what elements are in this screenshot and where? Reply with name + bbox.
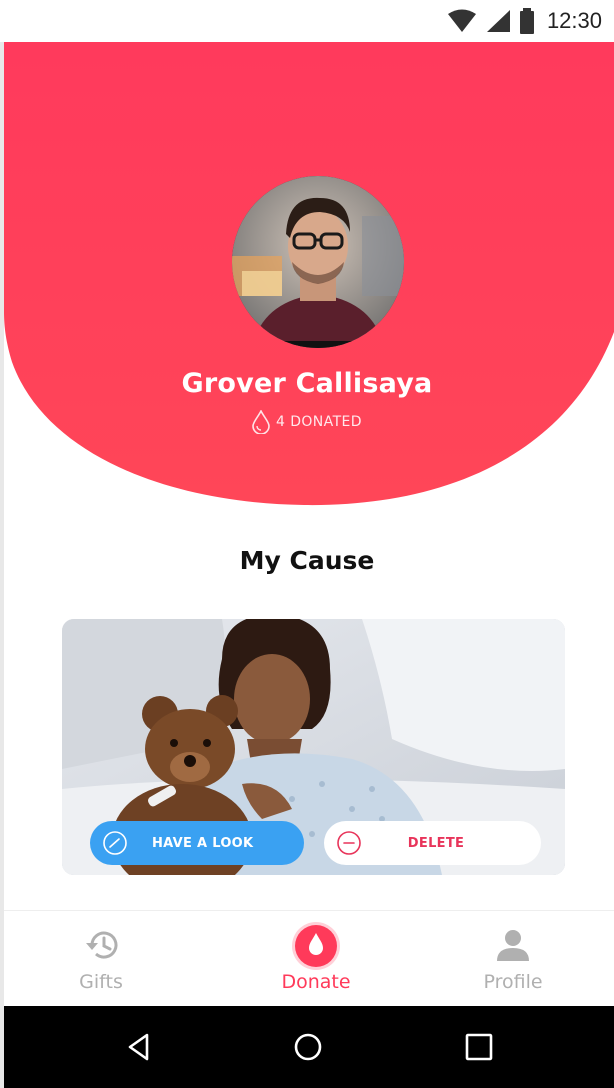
person-icon xyxy=(497,930,529,961)
avatar[interactable] xyxy=(232,176,404,348)
wifi-icon xyxy=(447,9,476,32)
home-icon[interactable] xyxy=(293,1032,323,1062)
tab-gifts[interactable]: Gifts xyxy=(16,911,186,1007)
have-a-look-label: HAVE A LOOK xyxy=(152,835,254,851)
history-icon xyxy=(86,931,118,959)
status-time: 12:30 xyxy=(546,8,602,33)
system-nav-bar xyxy=(4,1006,614,1088)
status-bar: 12:30 xyxy=(0,0,614,42)
blood-drop-icon xyxy=(292,922,340,970)
delete-button[interactable]: DELETE xyxy=(324,821,541,865)
bottom-tab-bar: Gifts Donate Profile xyxy=(4,910,614,1006)
battery-icon xyxy=(519,8,534,34)
signal-icon xyxy=(486,10,510,32)
tab-donate-label: Donate xyxy=(281,971,351,993)
donated-count: 4 DONATED xyxy=(276,414,362,430)
have-a-look-button[interactable]: HAVE A LOOK xyxy=(90,821,304,865)
status-icons: 12:30 xyxy=(447,7,602,35)
tab-profile-label: Profile xyxy=(483,971,543,993)
gauge-icon xyxy=(103,831,127,855)
section-title: My Cause xyxy=(239,546,375,575)
tab-donate[interactable]: Donate xyxy=(231,911,401,1007)
recents-icon[interactable] xyxy=(464,1032,494,1062)
blood-drop-outline-icon xyxy=(252,410,270,434)
profile-name: Grover Callisaya xyxy=(181,368,433,399)
back-icon[interactable] xyxy=(124,1032,154,1062)
delete-label: DELETE xyxy=(407,835,465,851)
tab-profile[interactable]: Profile xyxy=(428,911,598,1007)
avatar-photo xyxy=(232,176,404,348)
donated-count-row: 4 DONATED xyxy=(0,410,614,434)
tab-gifts-label: Gifts xyxy=(79,971,123,993)
